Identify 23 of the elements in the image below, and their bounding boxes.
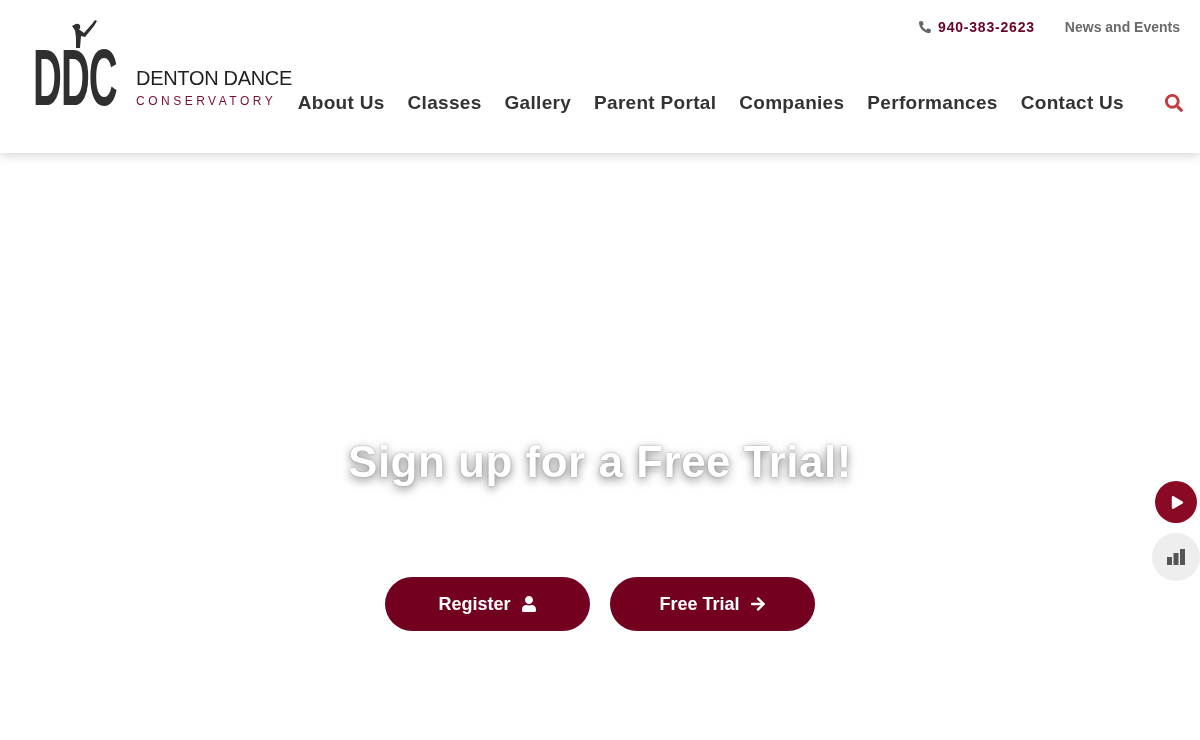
nav-link[interactable]: Gallery [504, 92, 572, 114]
user-icon [520, 596, 537, 612]
search-button[interactable] [1163, 92, 1185, 114]
logo-name: DENTON DANCE [136, 67, 293, 88]
free-trial-button[interactable]: Free Trial [610, 577, 815, 631]
phone-icon [919, 21, 932, 33]
nav-link[interactable]: Contact Us [1020, 92, 1124, 114]
nav-link[interactable]: Classes [407, 92, 482, 114]
play-icon [1171, 495, 1184, 509]
register-button[interactable]: Register [385, 577, 590, 631]
phone-link[interactable]: 940-383-2623 [919, 19, 1035, 35]
nav-link[interactable]: Performances [867, 92, 998, 114]
arrow-right-icon [749, 596, 766, 612]
top-link[interactable]: News and Events [1064, 19, 1180, 35]
logo-letters: DDC [33, 48, 118, 109]
logo-tagline: CONSERVATORY [136, 94, 278, 108]
bar-chart-icon [1167, 549, 1185, 565]
nav-link[interactable]: Parent Portal [594, 92, 717, 114]
search-icon [1165, 94, 1183, 112]
nav-link[interactable]: About Us [297, 92, 385, 114]
stats-button[interactable] [1152, 533, 1200, 581]
nav-link[interactable]: Companies [739, 92, 845, 114]
play-button[interactable] [1155, 481, 1197, 523]
